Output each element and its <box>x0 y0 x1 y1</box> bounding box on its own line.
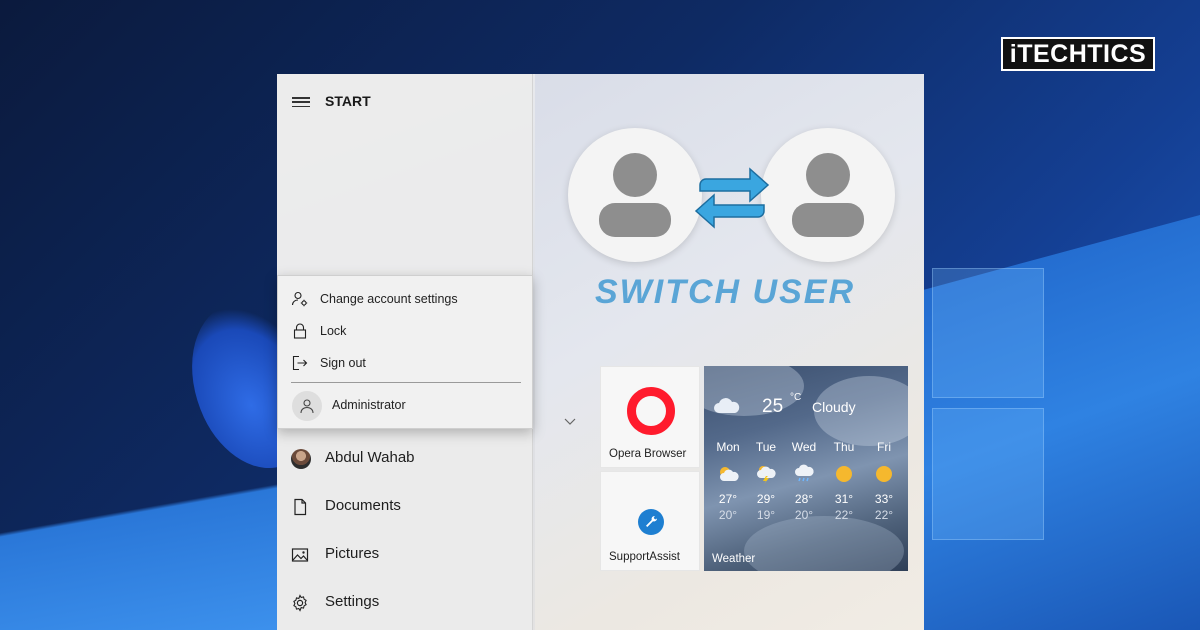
lock-icon <box>293 323 307 339</box>
thunder-icon <box>746 463 786 485</box>
document-icon <box>294 498 307 516</box>
account-popup: Change account settings Lock Sign out Ad… <box>277 275 533 429</box>
list-item-documents-label: Documents <box>325 497 401 514</box>
switch-user-administrator[interactable]: Administrator <box>332 398 406 412</box>
forecast-day: Tue <box>755 440 777 454</box>
forecast-day: Wed <box>791 440 817 454</box>
swap-arrows-icon <box>694 167 770 229</box>
wrench-icon <box>638 509 664 535</box>
forecast-low: 22° <box>874 508 894 522</box>
forecast-day: Mon <box>716 440 740 454</box>
sign-out-label: Sign out <box>320 356 366 370</box>
cloud-icon <box>714 398 740 413</box>
sign-out-icon <box>292 355 308 371</box>
current-condition: Cloudy <box>812 399 856 415</box>
forecast-high: 33° <box>874 492 894 506</box>
forecast-high: 31° <box>834 492 854 506</box>
forecast-high: 27° <box>718 492 738 506</box>
lock-label: Lock <box>320 324 347 338</box>
popup-divider <box>291 382 521 383</box>
pictures-icon <box>291 548 309 562</box>
forecast-low: 22° <box>834 508 854 522</box>
tile-opera-label: Opera Browser <box>609 448 687 460</box>
sign-out-item[interactable]: Sign out <box>278 349 534 377</box>
list-item-pictures-label: Pictures <box>325 545 380 562</box>
opera-logo-icon <box>627 387 675 435</box>
user-avatar-right <box>761 128 895 262</box>
list-item-settings-label: Settings <box>325 593 380 610</box>
brand-logo: iTECHTICS <box>1001 37 1155 71</box>
sunny-icon <box>824 463 864 485</box>
list-item-user[interactable]: Abdul Wahab <box>277 437 533 481</box>
temperature-unit: °C <box>790 392 802 403</box>
tile-weather-label: Weather <box>712 553 756 565</box>
partly-sunny-icon <box>708 463 748 485</box>
gear-icon <box>293 594 307 612</box>
switch-user-heading: SWITCH USER <box>595 273 855 311</box>
account-settings-icon <box>291 291 308 307</box>
forecast-high: 29° <box>756 492 776 506</box>
user-silhouette-icon <box>599 153 671 237</box>
sunny-icon <box>864 463 904 485</box>
user-photo <box>291 449 311 469</box>
brand-logo-text: iTECHTICS <box>1009 39 1147 68</box>
wallpaper-pane <box>932 268 1044 398</box>
tile-opera-browser[interactable]: Opera Browser <box>600 366 700 468</box>
chevron-down-icon[interactable] <box>563 414 577 428</box>
tile-weather[interactable]: 25 °C Cloudy Mon 27° 20° Tue 29° 19° Wed… <box>704 366 908 571</box>
forecast-low: 20° <box>718 508 738 522</box>
list-item-pictures[interactable]: Pictures <box>277 533 533 577</box>
tile-supportassist-label: SupportAssist <box>609 551 680 563</box>
forecast-low: 19° <box>756 508 776 522</box>
change-account-settings-label: Change account settings <box>320 292 458 306</box>
change-account-settings-item[interactable]: Change account settings <box>278 285 534 313</box>
wallpaper-pane <box>932 408 1044 540</box>
lock-item[interactable]: Lock <box>278 317 534 345</box>
forecast-high: 28° <box>794 492 814 506</box>
list-item-user-label: Abdul Wahab <box>325 449 415 466</box>
start-title: START <box>325 93 371 109</box>
user-silhouette-icon <box>792 153 864 237</box>
current-temperature: 25 <box>762 396 784 417</box>
rain-icon <box>784 463 824 485</box>
forecast-day: Fri <box>877 440 891 454</box>
user-avatar-left <box>568 128 702 262</box>
forecast-low: 20° <box>794 508 814 522</box>
hamburger-menu-icon[interactable] <box>292 94 310 110</box>
list-item-settings[interactable]: Settings <box>277 581 533 625</box>
list-item-documents[interactable]: Documents <box>277 485 533 529</box>
current-weather <box>712 392 742 418</box>
tile-supportassist[interactable]: SupportAssist <box>600 471 700 571</box>
user-avatar-icon[interactable] <box>292 391 322 421</box>
forecast-day: Thu <box>833 440 855 454</box>
